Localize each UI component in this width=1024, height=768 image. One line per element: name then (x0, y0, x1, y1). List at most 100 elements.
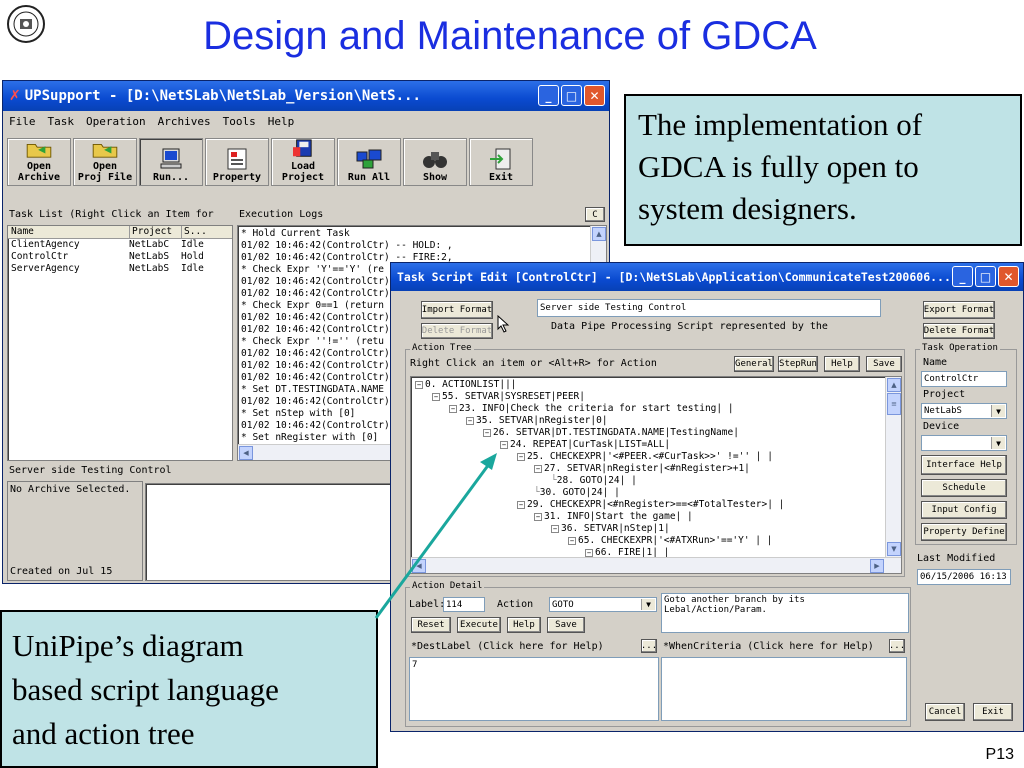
steprun-button[interactable]: StepRun (778, 356, 818, 372)
close-button[interactable]: ✕ (998, 266, 1019, 287)
collapse-icon[interactable]: − (534, 464, 542, 473)
task-list[interactable]: Name Project S... ClientAgency NetLabC Idle … (7, 225, 233, 461)
dest-label-textarea[interactable]: 7 (409, 657, 659, 721)
tree-node[interactable]: └30. GOTO|24| | (415, 487, 897, 499)
collapse-icon[interactable]: − (500, 440, 508, 449)
script-name-input[interactable]: Server side Testing Control (537, 299, 881, 317)
collapse-icon[interactable]: − (466, 416, 474, 425)
column-status[interactable]: S... (181, 226, 221, 238)
table-row[interactable]: ServerAgency NetLabS Idle (8, 263, 232, 275)
input-config-button[interactable]: Input Config (921, 501, 1007, 519)
menu-archives[interactable]: Archives (158, 115, 211, 128)
menu-tools[interactable]: Tools (223, 115, 256, 128)
minimize-button[interactable]: _ (538, 85, 559, 106)
reset-button[interactable]: Reset (411, 617, 451, 633)
collapse-icon[interactable]: − (551, 524, 559, 533)
collapse-icon[interactable]: − (585, 548, 593, 557)
dest-label-help[interactable]: *DestLabel (Click here for Help) (411, 641, 604, 652)
property-button[interactable]: Property (205, 138, 269, 186)
scroll-up-icon[interactable]: ▲ (887, 378, 901, 392)
tree-node[interactable]: −35. SETVAR|nRegister|0| (415, 415, 897, 427)
show-button[interactable]: Show (403, 138, 467, 186)
when-ellipsis-button[interactable]: ... (889, 639, 905, 653)
collapse-icon[interactable]: − (449, 404, 457, 413)
tree-node[interactable]: −36. SETVAR|nStep|1| (415, 523, 897, 535)
tree-node[interactable]: └28. GOTO|24| | (415, 475, 897, 487)
maximize-button[interactable]: □ (561, 85, 582, 106)
when-criteria-textarea[interactable] (661, 657, 907, 721)
tree-node[interactable]: −26. SETVAR|DT.TESTINGDATA.NAME|TestingN… (415, 427, 897, 439)
table-row[interactable]: ClientAgency NetLabC Idle (8, 239, 232, 251)
column-project[interactable]: Project (129, 226, 181, 238)
scroll-thumb[interactable]: ≡ (887, 393, 901, 415)
cancel-button[interactable]: Cancel (925, 703, 965, 721)
collapse-icon[interactable]: − (517, 452, 525, 461)
collapse-icon[interactable]: − (568, 536, 576, 545)
collapse-icon[interactable]: − (483, 428, 491, 437)
delete-format-button[interactable]: Delete Format (421, 323, 493, 339)
tree-node[interactable]: −55. SETVAR|SYSRESET|PEER| (415, 391, 897, 403)
menu-task[interactable]: Task (48, 115, 75, 128)
chevron-down-icon[interactable]: ▼ (991, 405, 1005, 417)
detail-help-button[interactable]: Help (507, 617, 541, 633)
detail-save-button[interactable]: Save (547, 617, 585, 633)
scroll-up-icon[interactable]: ▲ (592, 227, 606, 241)
menu-operation[interactable]: Operation (86, 115, 146, 128)
tree-node[interactable]: −24. REPEAT|CurTask|LIST=ALL| (415, 439, 897, 451)
chevron-down-icon[interactable]: ▼ (641, 599, 655, 610)
load-project-button[interactable]: Load Project (271, 138, 335, 186)
tree-help-button[interactable]: Help (824, 356, 860, 372)
project-select[interactable]: NetLabS ▼ (921, 403, 1007, 419)
action-tree[interactable]: −0. ACTIONLIST||| −55. SETVAR|SYSRESET|PE… (410, 376, 902, 574)
table-row[interactable]: ControlCtr NetLabS Hold (8, 251, 232, 263)
tree-node[interactable]: −25. CHECKEXPR|'<#PEER.<#CurTask>>' !=''… (415, 451, 897, 463)
tree-node[interactable]: −27. SETVAR|nRegister|<#nRegister>+1| (415, 463, 897, 475)
run-button[interactable]: Run... (139, 138, 203, 186)
tree-vertical-scrollbar[interactable]: ▲ ≡ ▼ (885, 377, 901, 557)
export-format-button[interactable]: Export Format (923, 301, 995, 319)
open-proj-file-button[interactable]: Open Proj File (73, 138, 137, 186)
dest-ellipsis-button[interactable]: ... (641, 639, 657, 653)
label-input[interactable]: 114 (443, 597, 485, 612)
tree-save-button[interactable]: Save (866, 356, 902, 372)
interface-help-button[interactable]: Interface Help (921, 455, 1007, 475)
maximize-button[interactable]: □ (975, 266, 996, 287)
script-edit-titlebar[interactable]: Task Script Edit [ControlCtr] - [D:\NetS… (391, 263, 1023, 291)
schedule-button[interactable]: Schedule (921, 479, 1007, 497)
task-name-field[interactable]: ControlCtr (921, 371, 1007, 387)
clear-logs-button[interactable]: C (585, 207, 605, 222)
tree-horizontal-scrollbar[interactable]: ◀ ▶ (411, 557, 901, 573)
action-select[interactable]: GOTO ▼ (549, 597, 657, 612)
scroll-right-icon[interactable]: ▶ (870, 559, 884, 573)
scroll-left-icon[interactable]: ◀ (239, 446, 253, 460)
when-criteria-help[interactable]: *WhenCriteria (Click here for Help) (663, 641, 874, 652)
tree-node[interactable]: −31. INFO|Start the game| | (415, 511, 897, 523)
exit-button[interactable]: Exit (469, 138, 533, 186)
property-define-button[interactable]: Property Define (921, 523, 1007, 541)
import-format-button[interactable]: Import Format (421, 301, 493, 319)
device-select[interactable]: ▼ (921, 435, 1007, 451)
column-name[interactable]: Name (11, 226, 129, 238)
collapse-icon[interactable]: − (534, 512, 542, 521)
general-button[interactable]: General (734, 356, 774, 372)
tree-node[interactable]: −0. ACTIONLIST||| (415, 379, 897, 391)
collapse-icon[interactable]: − (432, 392, 440, 401)
menu-help[interactable]: Help (268, 115, 295, 128)
delete-format-right-button[interactable]: Delete Format (923, 323, 995, 339)
execute-button[interactable]: Execute (457, 617, 501, 633)
collapse-icon[interactable]: − (517, 500, 525, 509)
tree-node[interactable]: −23. INFO|Check the criteria for start t… (415, 403, 897, 415)
collapse-icon[interactable]: − (415, 380, 423, 389)
scroll-down-icon[interactable]: ▼ (887, 542, 901, 556)
scroll-left-icon[interactable]: ◀ (412, 559, 426, 573)
tree-node[interactable]: −29. CHECKEXPR|<#nRegister>==<#TotalTest… (415, 499, 897, 511)
run-all-button[interactable]: Run All (337, 138, 401, 186)
minimize-button[interactable]: _ (952, 266, 973, 287)
close-button[interactable]: ✕ (584, 85, 605, 106)
exit-dialog-button[interactable]: Exit (973, 703, 1013, 721)
tree-node[interactable]: −65. CHECKEXPR|'<#ATXRun>'=='Y' | | (415, 535, 897, 547)
menu-file[interactable]: File (9, 115, 36, 128)
chevron-down-icon[interactable]: ▼ (991, 437, 1005, 449)
upsupport-titlebar[interactable]: ✗ UPSupport - [D:\NetSLab\NetSLab_Versio… (3, 81, 609, 111)
open-archive-button[interactable]: Open Archive (7, 138, 71, 186)
